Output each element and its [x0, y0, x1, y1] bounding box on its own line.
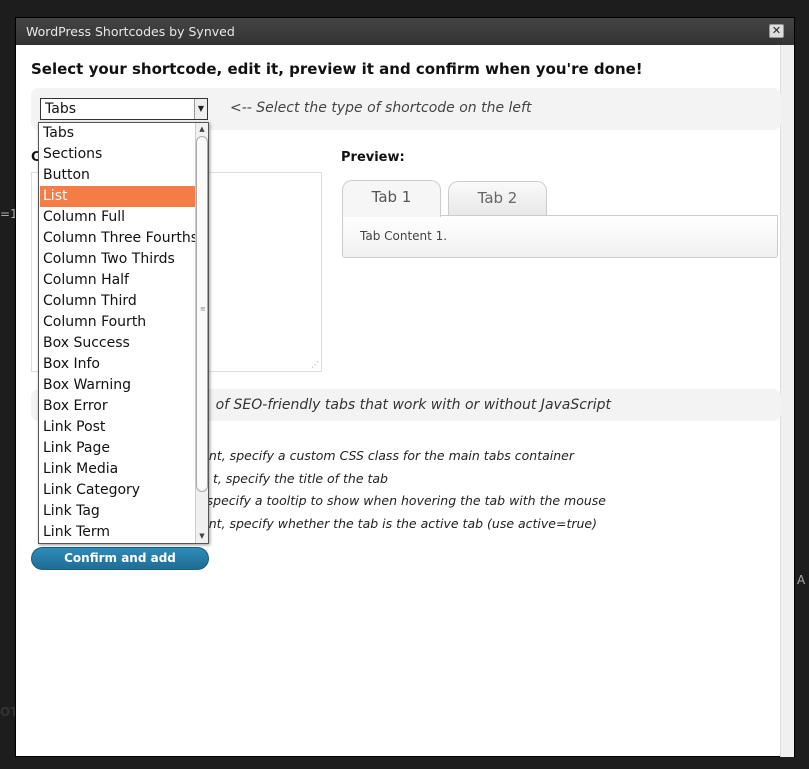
chevron-down-icon[interactable]: ▼: [194, 99, 207, 119]
preview-tab-2[interactable]: Tab 2: [448, 181, 547, 215]
preview-tab-1[interactable]: Tab 1: [342, 180, 441, 217]
dropdown-option[interactable]: Box Info: [40, 354, 196, 375]
shortcode-type-select[interactable]: Tabs ▼: [40, 98, 208, 120]
dropdown-scroll-thumb[interactable]: ≡: [196, 136, 208, 492]
confirm-add-shortcode-button[interactable]: Confirm and add shortcode: [31, 547, 209, 586]
dropdown-option[interactable]: Column Full: [40, 207, 196, 228]
close-button[interactable]: ✕: [769, 24, 784, 38]
page-title: Select your shortcode, edit it, preview …: [31, 60, 643, 78]
preview-tab-content: Tab Content 1.: [360, 229, 448, 243]
preview-label: Preview:: [341, 150, 405, 165]
background-text: A: [797, 573, 806, 587]
dropdown-option[interactable]: Link Tag: [40, 501, 196, 522]
dropdown-option[interactable]: Box Error: [40, 396, 196, 417]
dialog-scrollbar[interactable]: [780, 45, 794, 757]
dialog-titlebar: WordPress Shortcodes by Synved ✕: [16, 18, 794, 45]
dropdown-option[interactable]: Link Page: [40, 438, 196, 459]
dropdown-option[interactable]: Link Post: [40, 417, 196, 438]
dropdown-option[interactable]: Box Success: [40, 333, 196, 354]
dropdown-option[interactable]: Column Half: [40, 270, 196, 291]
dropdown-scrollbar[interactable]: ▲ ≡ ▼: [195, 123, 208, 543]
dropdown-option[interactable]: Link Media: [40, 459, 196, 480]
select-value: Tabs: [45, 101, 76, 117]
dropdown-option[interactable]: Button: [40, 165, 196, 186]
dropdown-option[interactable]: Column Fourth: [40, 312, 196, 333]
scroll-up-icon[interactable]: ▲: [196, 123, 208, 135]
select-hint: <-- Select the type of shortcode on the …: [230, 100, 532, 116]
grip-icon: ≡: [200, 305, 206, 313]
dropdown-option[interactable]: Column Two Thirds: [40, 249, 196, 270]
dropdown-option[interactable]: Link Category: [40, 480, 196, 501]
dropdown-option[interactable]: Link Term: [40, 522, 196, 543]
preview-tab-panel: Tab Content 1.: [342, 215, 778, 258]
dropdown-option-highlighted[interactable]: List: [40, 186, 196, 207]
dropdown-option[interactable]: Tabs: [40, 123, 196, 144]
dialog-title: WordPress Shortcodes by Synved: [26, 24, 235, 39]
dropdown-option[interactable]: Column Third: [40, 291, 196, 312]
resize-grip-icon[interactable]: ⋰: [311, 360, 319, 369]
shortcode-type-dropdown[interactable]: Tabs Sections Button List Column Full Co…: [38, 122, 209, 544]
close-icon: ✕: [771, 24, 782, 37]
dropdown-option[interactable]: Sections: [40, 144, 196, 165]
dropdown-list: Tabs Sections Button List Column Full Co…: [39, 123, 198, 543]
dropdown-option[interactable]: Column Three Fourths: [40, 228, 198, 249]
scroll-down-icon[interactable]: ▼: [196, 530, 208, 542]
dropdown-option[interactable]: Box Warning: [40, 375, 196, 396]
